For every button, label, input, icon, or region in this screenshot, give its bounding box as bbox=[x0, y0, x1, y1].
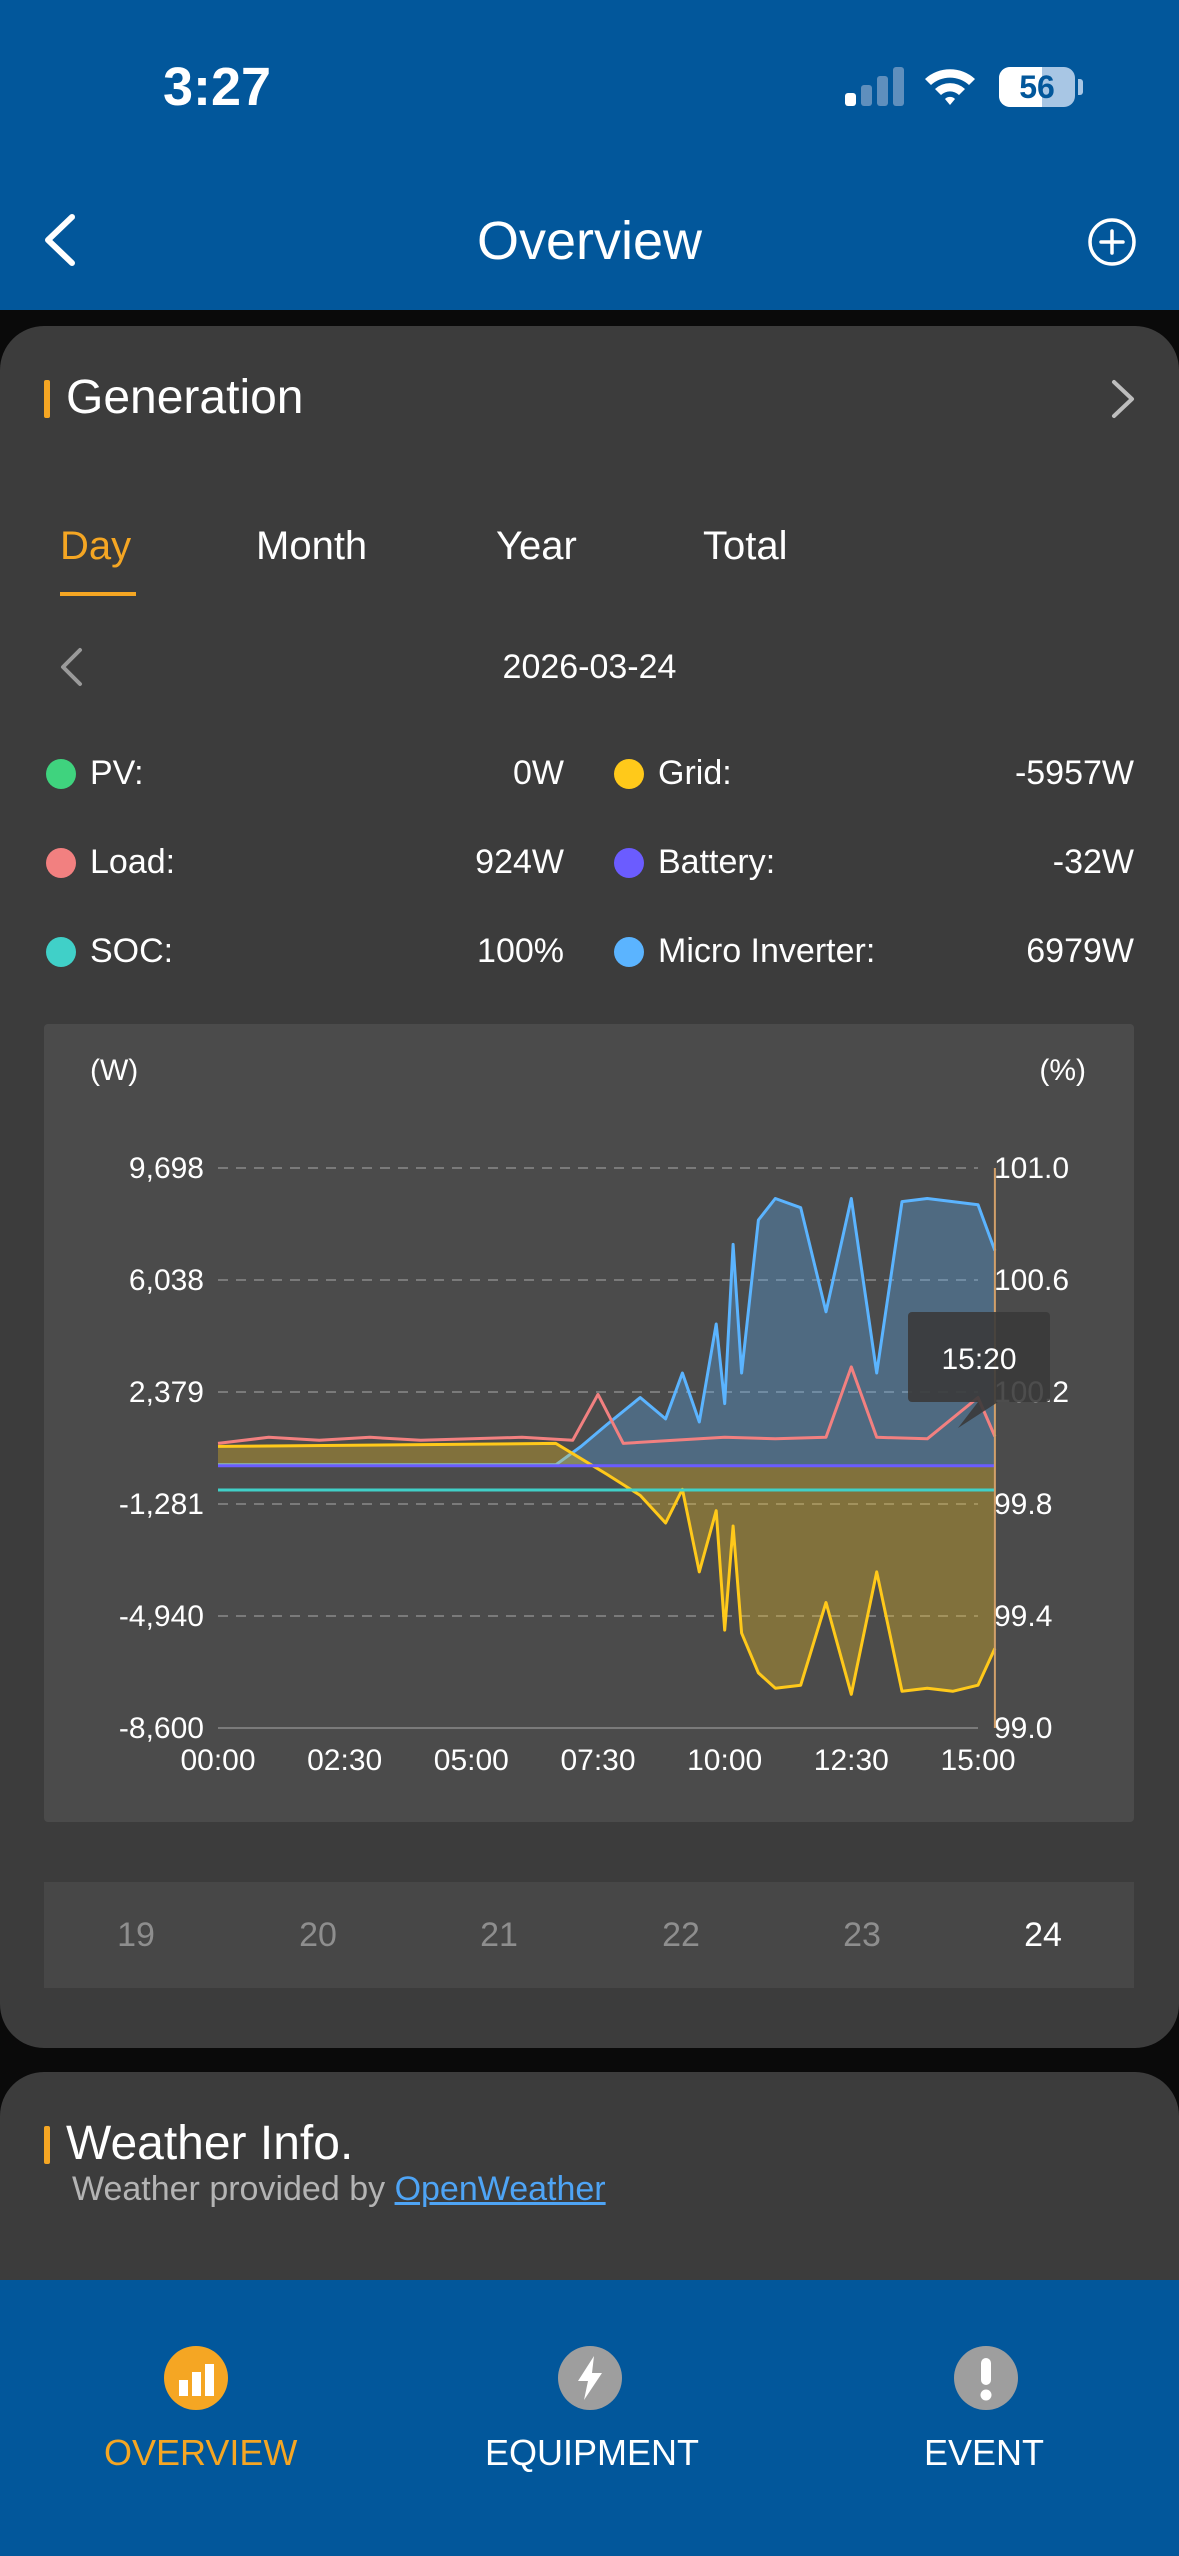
day-item[interactable]: 21 bbox=[466, 1882, 532, 1988]
stat-value: 100% bbox=[477, 932, 564, 970]
series-grid-area bbox=[218, 1443, 995, 1695]
weather-accent-bar bbox=[44, 2126, 50, 2164]
stat-label: SOC: bbox=[90, 932, 174, 970]
right-unit-label: (%) bbox=[1039, 1054, 1086, 1087]
y-tick-label: -8,600 bbox=[119, 1712, 204, 1745]
battery-icon: 56 bbox=[999, 67, 1075, 107]
stat-load: Load: 924W bbox=[46, 839, 564, 883]
x-tick-label: 00:00 bbox=[180, 1744, 255, 1777]
x-tick-label: 05:00 bbox=[434, 1744, 509, 1777]
generation-title: Generation bbox=[66, 371, 304, 424]
y-right-tick-label: 99.8 bbox=[994, 1488, 1052, 1521]
tab-equipment-label: EQUIPMENT bbox=[485, 2432, 700, 2473]
y-tick-label: 9,698 bbox=[129, 1152, 204, 1185]
day-item[interactable]: 23 bbox=[829, 1882, 895, 1988]
load-dot-icon bbox=[46, 848, 76, 878]
tab-day-underline bbox=[60, 592, 136, 596]
stat-value: -32W bbox=[1052, 843, 1134, 881]
tab-event-label: EVENT bbox=[924, 2432, 1045, 2473]
stat-label: Load: bbox=[90, 843, 176, 881]
y-right-tick-label: 99.4 bbox=[994, 1600, 1052, 1633]
x-tick-label: 02:30 bbox=[307, 1744, 382, 1777]
stat-soc: SOC: 100% bbox=[46, 928, 564, 972]
page-title: Overview bbox=[476, 211, 703, 271]
generation-accent-bar bbox=[44, 380, 50, 418]
stat-micro-inverter: Micro Inverter: 6979W bbox=[614, 928, 1134, 972]
cellular-signal-icon bbox=[845, 66, 905, 106]
day-item-selected[interactable]: 24 bbox=[1010, 1882, 1076, 1988]
grid-dot-icon bbox=[614, 759, 644, 789]
stat-value: 0W bbox=[513, 754, 564, 792]
x-tick-label: 15:00 bbox=[940, 1744, 1015, 1777]
status-time: 3:27 bbox=[163, 57, 272, 117]
y-right-tick-label: 100.6 bbox=[994, 1264, 1069, 1297]
tab-overview-label: OVERVIEW bbox=[104, 2432, 298, 2473]
date-label: 2026-03-24 bbox=[502, 648, 677, 686]
x-tick-label: 10:00 bbox=[687, 1744, 762, 1777]
battery-level: 56 bbox=[1019, 69, 1055, 105]
day-item[interactable]: 22 bbox=[648, 1882, 714, 1988]
chevron-right-icon[interactable] bbox=[1102, 374, 1142, 424]
tab-total[interactable]: Total bbox=[703, 524, 788, 569]
bar-chart-icon bbox=[164, 2346, 228, 2410]
y-right-tick-label: 99.0 bbox=[994, 1712, 1052, 1745]
stat-value: 924W bbox=[475, 843, 564, 881]
stat-label: PV: bbox=[90, 754, 144, 792]
stat-label: Battery: bbox=[658, 843, 776, 881]
pv-dot-icon bbox=[46, 759, 76, 789]
y-tick-label: 6,038 bbox=[129, 1264, 204, 1297]
tab-event[interactable]: EVENT bbox=[786, 2280, 1179, 2556]
generation-chart[interactable]: (W)(%)9,698101.06,038100.62,379100.2-1,2… bbox=[44, 1024, 1134, 1822]
y-tick-label: -1,281 bbox=[119, 1488, 204, 1521]
weather-provided-by: Weather provided by bbox=[72, 2170, 386, 2208]
day-item[interactable]: 20 bbox=[285, 1882, 351, 1988]
lightning-bolt-icon bbox=[558, 2346, 622, 2410]
add-circle-icon[interactable] bbox=[1084, 214, 1140, 270]
stat-battery: Battery: -32W bbox=[614, 839, 1134, 883]
tab-equipment[interactable]: EQUIPMENT bbox=[392, 2280, 786, 2556]
top-bar: 3:27 56 Overview bbox=[0, 0, 1179, 310]
x-tick-label: 07:30 bbox=[560, 1744, 635, 1777]
exclamation-icon bbox=[954, 2346, 1018, 2410]
battery-dot-icon bbox=[614, 848, 644, 878]
x-tick-label: 12:30 bbox=[814, 1744, 889, 1777]
chart-svg[interactable]: (W)(%)9,698101.06,038100.62,379100.2-1,2… bbox=[44, 1024, 1134, 1822]
stat-grid: Grid: -5957W bbox=[614, 750, 1134, 794]
stat-label: Grid: bbox=[658, 754, 732, 792]
tab-day[interactable]: Day bbox=[60, 524, 131, 569]
weather-attribution: Weather provided by OpenWeather bbox=[72, 2170, 606, 2209]
wifi-icon bbox=[925, 69, 975, 105]
stat-value: 6979W bbox=[1026, 932, 1134, 970]
y-tick-label: 2,379 bbox=[129, 1376, 204, 1409]
micro-inverter-dot-icon bbox=[614, 937, 644, 967]
tab-overview[interactable]: OVERVIEW bbox=[0, 2280, 392, 2556]
soc-dot-icon bbox=[46, 937, 76, 967]
battery-cap bbox=[1078, 79, 1083, 95]
tab-month[interactable]: Month bbox=[256, 524, 367, 569]
y-right-tick-label: 101.0 bbox=[994, 1152, 1069, 1185]
weather-title: Weather Info. bbox=[66, 2117, 354, 2170]
bottom-tab-bar: OVERVIEW EQUIPMENT EVENT bbox=[0, 2280, 1179, 2556]
day-selector: 19 20 21 22 23 24 bbox=[44, 1882, 1134, 1988]
stat-label: Micro Inverter: bbox=[658, 932, 876, 970]
day-item[interactable]: 19 bbox=[103, 1882, 169, 1988]
tab-year[interactable]: Year bbox=[496, 524, 577, 569]
stat-value: -5957W bbox=[1014, 754, 1134, 792]
y-tick-label: -4,940 bbox=[119, 1600, 204, 1633]
left-unit-label: (W) bbox=[90, 1054, 138, 1087]
chart-tooltip-time: 15:20 bbox=[941, 1343, 1016, 1376]
openweather-link[interactable]: OpenWeather bbox=[395, 2170, 606, 2208]
stat-pv: PV: 0W bbox=[46, 750, 564, 794]
